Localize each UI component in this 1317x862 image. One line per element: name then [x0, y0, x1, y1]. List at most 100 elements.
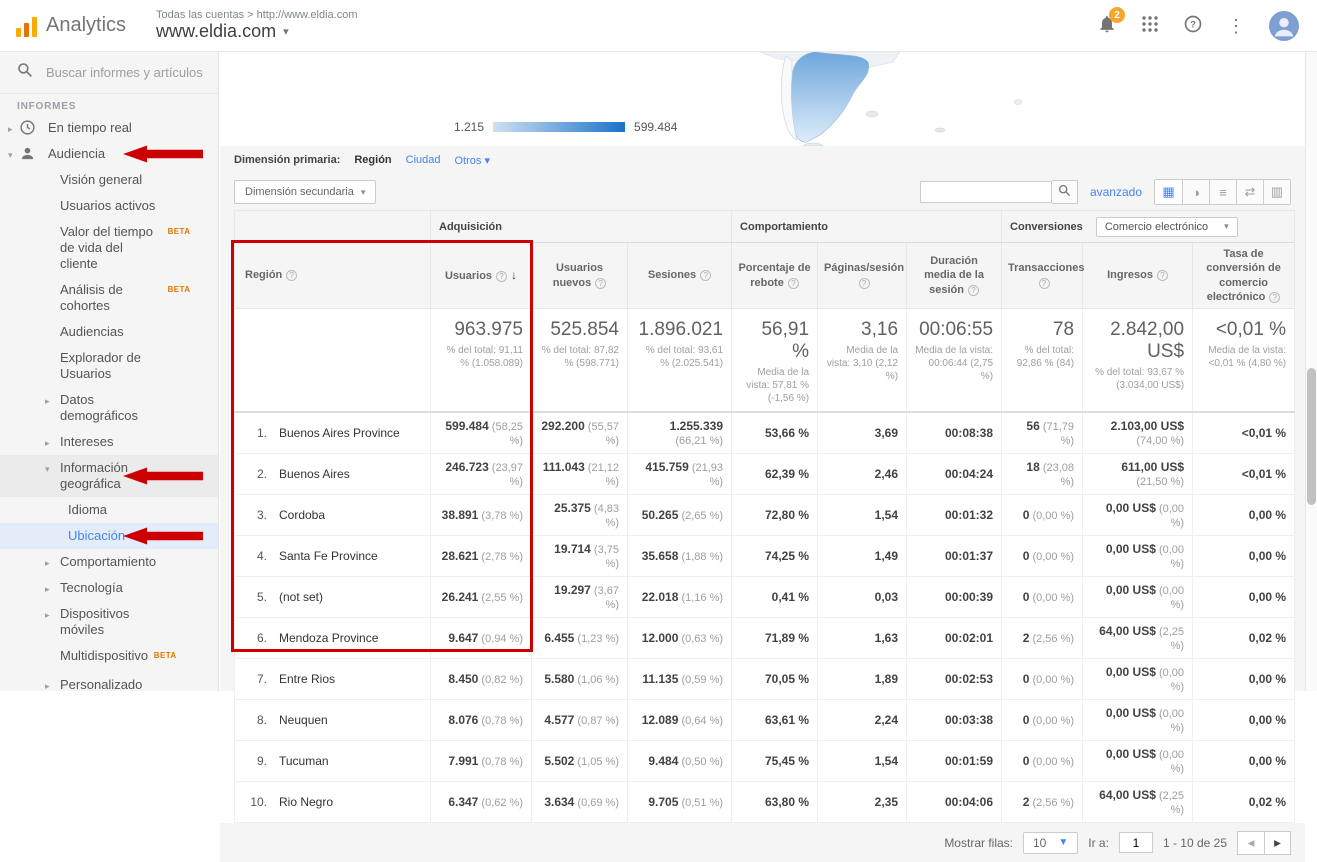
help-icon[interactable]: ? [968, 285, 979, 296]
region-link[interactable]: Rio Negro [279, 795, 333, 809]
vertical-scrollbar[interactable] [1305, 52, 1317, 691]
region-link[interactable]: Santa Fe Province [279, 549, 378, 563]
help-icon[interactable]: ? [595, 278, 606, 289]
sidebar-item[interactable]: Valor del tiempo de vida del cliente BET… [0, 219, 218, 277]
metric-cell: 64,00 US$ (2,25 %) [1083, 618, 1193, 659]
metric-share: (0,00 %) [1029, 592, 1074, 604]
sidebar-search[interactable] [0, 52, 218, 94]
row-rank: 5. [245, 590, 267, 604]
analytics-logo-icon[interactable] [16, 15, 37, 37]
metric-value: 18 [1026, 460, 1039, 474]
expand-arrow-icon[interactable]: ▸ [45, 678, 57, 691]
sidebar-item[interactable]: Visión general [0, 167, 218, 193]
sidebar-item[interactable]: Audiencias [0, 319, 218, 345]
bar-view-icon[interactable]: ≡ [1209, 180, 1236, 204]
more-menu-button[interactable]: ⋮ [1227, 16, 1245, 36]
region-link[interactable]: Entre Rios [279, 672, 335, 686]
expand-arrow-icon[interactable]: ▾ [45, 461, 57, 477]
expand-arrow-icon[interactable]: ▸ [45, 607, 57, 623]
column-header-1[interactable]: Usuarios?↓ [431, 243, 532, 309]
property-switcher[interactable]: www.eldia.com ▾ [156, 21, 357, 42]
column-header-8[interactable]: Ingresos? [1083, 243, 1193, 309]
column-header-7[interactable]: Transacciones? [1002, 243, 1083, 309]
column-label: Transacciones [1008, 262, 1084, 274]
sidebar-item-label: Tecnología [60, 580, 123, 596]
help-button[interactable]: ? [1183, 14, 1203, 37]
scrollbar-thumb[interactable] [1307, 368, 1316, 505]
help-icon[interactable]: ? [700, 270, 711, 281]
sidebar-item[interactable]: Multidispositivo BETA [0, 643, 218, 672]
comparison-view-icon[interactable]: ⇄ [1236, 180, 1263, 204]
avatar[interactable] [1269, 11, 1299, 41]
apps-grid-button[interactable] [1141, 15, 1159, 36]
dimension-option-3[interactable]: Otros ▾ [455, 154, 490, 167]
sidebar-item[interactable]: Ubicación [0, 523, 218, 549]
region-link[interactable]: Mendoza Province [279, 631, 378, 645]
advanced-filter-link[interactable]: avanzado [1090, 185, 1142, 199]
breadcrumb[interactable]: Todas las cuentas > http://www.eldia.com [156, 9, 357, 21]
region-link[interactable]: Cordoba [279, 508, 325, 522]
dimension-option-1[interactable]: Región [354, 154, 391, 167]
sidebar-item[interactable]: ▸ Dispositivos móviles [0, 601, 218, 643]
sidebar-item[interactable]: Explorador de Usuarios [0, 345, 218, 387]
sidebar-item[interactable]: ▾ Audiencia [0, 141, 218, 167]
column-header-5[interactable]: Páginas/sesión? [818, 243, 907, 309]
metric-value: 0,00 % [1249, 508, 1286, 522]
metric-cell: 0,00 % [1193, 536, 1295, 577]
region-link[interactable]: (not set) [279, 590, 323, 604]
pivot-view-icon[interactable]: ▥ [1263, 180, 1290, 204]
table-view-icon[interactable]: ▦ [1155, 180, 1182, 204]
region-link[interactable]: Buenos Aires [279, 467, 350, 481]
column-header-3[interactable]: Sesiones? [628, 243, 732, 309]
region-link[interactable]: Buenos Aires Province [279, 426, 400, 440]
region-link[interactable]: Tucuman [279, 754, 329, 768]
expand-arrow-icon[interactable]: ▸ [45, 555, 57, 571]
column-header-9[interactable]: Tasa de conversión de comercio electróni… [1193, 243, 1295, 309]
column-header-6[interactable]: Duración media de la sesión? [907, 243, 1002, 309]
sidebar-item[interactable]: Idioma [0, 497, 218, 523]
help-icon[interactable]: ? [1157, 270, 1168, 281]
table-search-input[interactable] [920, 181, 1052, 203]
metric-value: 64,00 US$ [1099, 624, 1156, 638]
sidebar-item[interactable]: ▸ Tecnología [0, 575, 218, 601]
secondary-dimension-button[interactable]: Dimensión secundaria ▾ [234, 180, 376, 204]
table-search-button[interactable] [1052, 180, 1078, 204]
next-page-button[interactable]: ▸ [1264, 831, 1291, 855]
sidebar-item[interactable]: ▸ Intereses [0, 429, 218, 455]
sidebar-item[interactable]: ▾ Información geográfica [0, 455, 218, 497]
help-icon[interactable]: ? [496, 271, 507, 282]
sidebar-item[interactable]: ▸ Comportamiento [0, 549, 218, 575]
help-icon[interactable]: ? [788, 278, 799, 289]
sort-desc-icon[interactable]: ↓ [511, 268, 517, 282]
sidebar-item[interactable]: Usuarios activos [0, 193, 218, 219]
expand-arrow-icon[interactable]: ▸ [45, 393, 57, 409]
column-header-4[interactable]: Porcentaje de rebote? [732, 243, 818, 309]
help-icon[interactable]: ? [859, 278, 870, 289]
rows-per-page-select[interactable]: 10 ▼ [1023, 832, 1078, 854]
goto-page-input[interactable] [1119, 832, 1153, 853]
metric-cell: 0 (0,00 %) [1002, 700, 1083, 741]
region-link[interactable]: Neuquen [279, 713, 328, 727]
metric-cell: 63,80 % [732, 782, 818, 823]
column-header-region[interactable]: Región? [235, 243, 431, 309]
metric-share: (2,25 %) [1156, 790, 1184, 816]
metric-cell: 0,02 % [1193, 782, 1295, 823]
help-icon[interactable]: ? [1039, 278, 1050, 289]
pie-view-icon[interactable]: ◑ [1182, 180, 1209, 204]
expand-arrow-icon[interactable]: ▸ [45, 435, 57, 451]
expand-arrow-icon[interactable]: ▸ [45, 581, 57, 597]
conversion-type-select[interactable]: Comercio electrónico ▾ [1096, 217, 1238, 237]
help-icon[interactable]: ? [286, 270, 297, 281]
notifications-button[interactable]: 2 [1097, 14, 1117, 37]
help-icon[interactable]: ? [1269, 292, 1280, 303]
prev-page-button[interactable]: ◂ [1237, 831, 1264, 855]
sidebar-item[interactable]: Análisis de cohortes BETA [0, 277, 218, 319]
metric-share: (0,69 %) [574, 797, 619, 809]
dimension-option-2[interactable]: Ciudad [406, 154, 441, 167]
sidebar-item[interactable]: ▸ Personalizado [0, 672, 218, 691]
metric-cell: 2,35 [818, 782, 907, 823]
search-input[interactable] [44, 64, 209, 81]
column-header-2[interactable]: Usuarios nuevos? [532, 243, 628, 309]
sidebar-item[interactable]: ▸ En tiempo real [0, 115, 218, 141]
sidebar-item[interactable]: ▸ Datos demográficos [0, 387, 218, 429]
